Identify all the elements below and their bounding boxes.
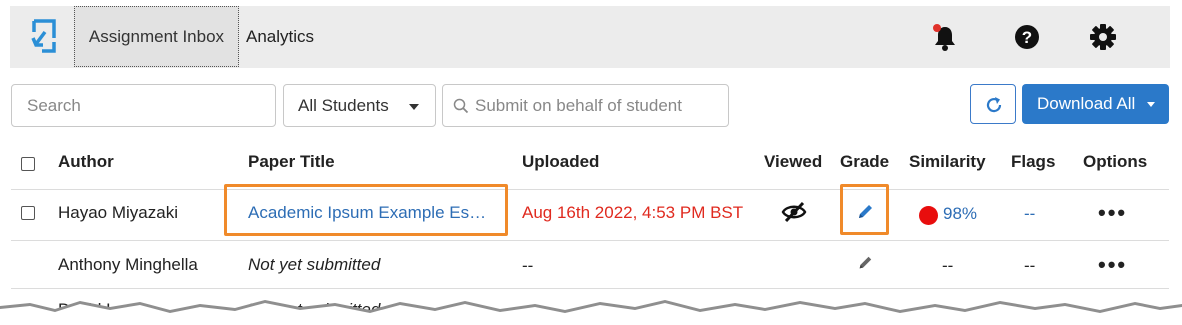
grade-pencil-icon[interactable] <box>857 255 873 276</box>
similarity-indicator-dot <box>919 206 938 225</box>
column-header-uploaded[interactable]: Uploaded <box>522 152 599 172</box>
author-name: Hayao Miyazaki <box>58 203 178 222</box>
svg-text:?: ? <box>1022 28 1032 47</box>
similarity-score: -- <box>942 256 954 275</box>
download-all-button[interactable]: Download All <box>1022 84 1169 124</box>
row-divider <box>11 240 1169 241</box>
refresh-button[interactable] <box>970 84 1016 124</box>
top-nav-bar: Assignment Inbox Analytics ? <box>10 6 1170 68</box>
tab-analytics[interactable]: Analytics <box>246 6 314 67</box>
column-header-flags[interactable]: Flags <box>1011 152 1055 172</box>
column-header-viewed[interactable]: Viewed <box>764 152 822 172</box>
row-divider <box>11 189 1169 190</box>
column-header-paper-title[interactable]: Paper Title <box>248 152 335 172</box>
row-checkbox[interactable] <box>21 206 35 220</box>
options-menu-icon[interactable]: ••• <box>1098 200 1127 226</box>
grade-pencil-icon[interactable] <box>856 203 874 226</box>
bell-icon[interactable] <box>930 23 960 53</box>
flags-value: -- <box>1024 204 1036 223</box>
chevron-down-icon <box>409 104 419 110</box>
paper-title-link[interactable]: Academic Ipsum Example Es… <box>248 203 486 223</box>
chevron-down-icon <box>1147 102 1155 107</box>
submit-on-behalf-input[interactable]: Submit on behalf of student <box>442 84 729 127</box>
uploaded-date: Aug 16th 2022, 4:53 PM BST <box>522 203 744 222</box>
tab-analytics-label: Analytics <box>246 26 315 46</box>
column-header-grade[interactable]: Grade <box>840 152 889 172</box>
column-header-similarity[interactable]: Similarity <box>909 152 986 172</box>
eye-slash-icon <box>781 201 807 228</box>
search-placeholder: Search <box>27 95 81 115</box>
options-menu-icon[interactable]: ••• <box>1098 252 1127 278</box>
gear-icon[interactable] <box>1088 22 1118 52</box>
help-icon[interactable]: ? <box>1013 23 1041 51</box>
tab-assignment-inbox-label: Assignment Inbox <box>88 26 225 46</box>
search-input[interactable]: Search <box>11 84 276 127</box>
student-filter-value: All Students <box>298 95 389 115</box>
download-all-label: Download All <box>1037 94 1136 113</box>
uploaded-date: -- <box>522 256 534 275</box>
flags-value: -- <box>1024 256 1036 275</box>
select-all-checkbox[interactable] <box>21 157 35 171</box>
column-header-author[interactable]: Author <box>58 152 114 172</box>
torn-edge-decoration <box>0 300 1182 325</box>
tab-assignment-inbox[interactable]: Assignment Inbox <box>74 6 239 67</box>
row-divider <box>11 288 1169 289</box>
similarity-score[interactable]: 98% <box>943 204 977 224</box>
search-icon <box>453 98 469 114</box>
student-filter-dropdown[interactable]: All Students <box>283 84 436 127</box>
author-name: Anthony Minghella <box>58 255 198 274</box>
submit-on-behalf-placeholder: Submit on behalf of student <box>475 95 682 115</box>
column-header-options[interactable]: Options <box>1083 152 1147 172</box>
logo-icon[interactable] <box>30 18 58 56</box>
paper-title-status: Not yet submitted <box>248 255 381 274</box>
refresh-icon <box>986 97 1002 113</box>
